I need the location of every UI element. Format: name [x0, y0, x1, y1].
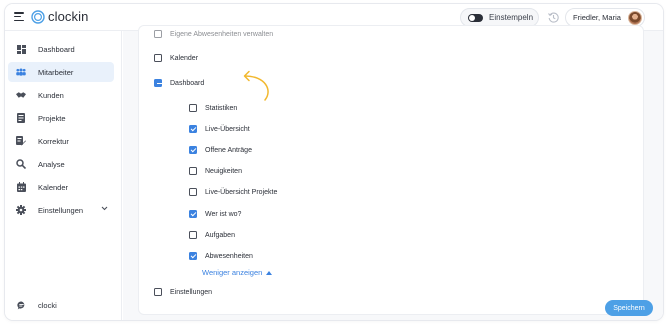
permission-row-offene-antraege[interactable]: Offene Anträge: [189, 146, 252, 154]
app-name: clockin: [48, 9, 89, 24]
sidebar-item-projekte[interactable]: Projekte: [8, 108, 114, 128]
permission-label: Live-Übersicht Projekte: [205, 188, 278, 196]
chevron-down-icon[interactable]: [101, 206, 108, 211]
permission-row-neuigkeiten[interactable]: Neuigkeiten: [189, 167, 242, 175]
permission-row-statistiken[interactable]: Statistiken: [189, 104, 237, 112]
annotation-arrow-icon: [243, 70, 269, 101]
calendar-icon: [16, 182, 26, 192]
checkbox-checked[interactable]: [189, 125, 197, 133]
sidebar-item-analyse[interactable]: Analyse: [8, 154, 114, 174]
sidebar-item-clocki[interactable]: clocki: [8, 295, 114, 315]
permission-row-kalender[interactable]: Kalender: [154, 54, 198, 62]
clock-in-label: Einstempeln: [489, 13, 534, 22]
permission-label: Statistiken: [205, 104, 238, 112]
sidebar-item-label: Mitarbeiter: [38, 67, 74, 77]
analysis-icon: [16, 159, 26, 169]
clockin-logo-icon: [31, 9, 45, 24]
permission-label: Dashboard: [170, 79, 205, 87]
user-name: Friedler, Maria: [573, 13, 621, 22]
checkbox-checked[interactable]: [189, 146, 197, 154]
permission-row-dashboard[interactable]: Dashboard: [154, 79, 204, 87]
permission-row-wer-ist-wo[interactable]: Wer ist wo?: [189, 210, 241, 218]
sidebar: Dashboard Mitarbeiter Kunden Projekte Ko…: [5, 31, 122, 320]
permission-label: Offene Anträge: [205, 146, 252, 154]
toggle-switch-icon[interactable]: [468, 13, 483, 22]
permission-label: Eigene Abwesenheiten verwalten: [170, 30, 274, 38]
handshake-icon: [16, 90, 26, 100]
app-logo[interactable]: clockin: [31, 9, 88, 24]
users-icon: [16, 67, 26, 77]
sidebar-item-label: Analyse: [38, 159, 65, 169]
projects-icon: [16, 113, 26, 123]
show-less-link[interactable]: Weniger anzeigen: [202, 268, 273, 277]
checkbox[interactable]: [189, 167, 197, 175]
checkbox[interactable]: [189, 188, 197, 196]
checkbox[interactable]: [189, 104, 197, 112]
permission-row[interactable]: Eigene Abwesenheiten verwalten: [154, 30, 273, 38]
dashboard-icon: [16, 44, 26, 54]
sidebar-item-kunden[interactable]: Kunden: [8, 85, 114, 105]
show-less-label: Weniger anzeigen: [202, 268, 263, 277]
menu-toggle-icon[interactable]: [14, 12, 24, 22]
sidebar-item-kalender[interactable]: Kalender: [8, 177, 114, 197]
permission-row-aufgaben[interactable]: Aufgaben: [189, 231, 235, 239]
checkbox-indeterminate[interactable]: [154, 79, 162, 87]
sidebar-item-label: Einstellungen: [38, 205, 84, 215]
permission-label: Live-Übersicht: [205, 125, 250, 133]
checkbox[interactable]: [154, 30, 162, 38]
sidebar-item-dashboard[interactable]: Dashboard: [8, 39, 114, 59]
checkbox[interactable]: [154, 288, 162, 296]
permission-label: Aufgaben: [205, 231, 235, 239]
checkbox-checked[interactable]: [189, 210, 197, 218]
permission-label: Abwesenheiten: [205, 252, 253, 260]
sidebar-footer-label: clocki: [38, 300, 57, 310]
gear-icon: [16, 205, 26, 215]
permission-row-live-uebersicht[interactable]: Live-Übersicht: [189, 125, 250, 133]
permissions-card: Eigene Abwesenheiten verwalten Kalender …: [138, 25, 644, 315]
permission-row-einstellungen[interactable]: Einstellungen: [154, 288, 212, 296]
avatar[interactable]: [628, 11, 642, 25]
permission-label: Kalender: [170, 54, 199, 62]
permission-label: Neuigkeiten: [205, 167, 242, 175]
checkbox[interactable]: [189, 231, 197, 239]
permission-row-live-uebersicht-projekte[interactable]: Live-Übersicht Projekte: [189, 188, 277, 196]
sidebar-item-einstellungen[interactable]: Einstellungen: [8, 200, 114, 220]
checkbox[interactable]: [154, 54, 162, 62]
permission-row-abwesenheiten[interactable]: Abwesenheiten: [189, 252, 253, 260]
correction-icon: [16, 136, 26, 146]
app-window: clockin Einstempeln Friedler, Maria Dash…: [5, 4, 663, 320]
save-button[interactable]: Speichern: [605, 300, 653, 316]
checkbox-checked[interactable]: [189, 252, 197, 260]
sidebar-item-label: Projekte: [38, 113, 66, 123]
sidebar-item-label: Kalender: [38, 182, 69, 192]
history-icon[interactable]: [547, 11, 560, 24]
chat-bubble-icon: [16, 300, 26, 310]
permission-label: Wer ist wo?: [205, 210, 242, 218]
permission-label: Einstellungen: [170, 288, 213, 296]
sidebar-item-mitarbeiter[interactable]: Mitarbeiter: [8, 62, 114, 82]
sidebar-item-korrektur[interactable]: Korrektur: [8, 131, 114, 151]
sidebar-item-label: Dashboard: [38, 44, 75, 54]
sidebar-item-label: Kunden: [38, 90, 64, 100]
sidebar-item-label: Korrektur: [38, 136, 69, 146]
chevron-up-icon: [266, 270, 273, 275]
main-content: Eigene Abwesenheiten verwalten Kalender …: [123, 25, 663, 320]
